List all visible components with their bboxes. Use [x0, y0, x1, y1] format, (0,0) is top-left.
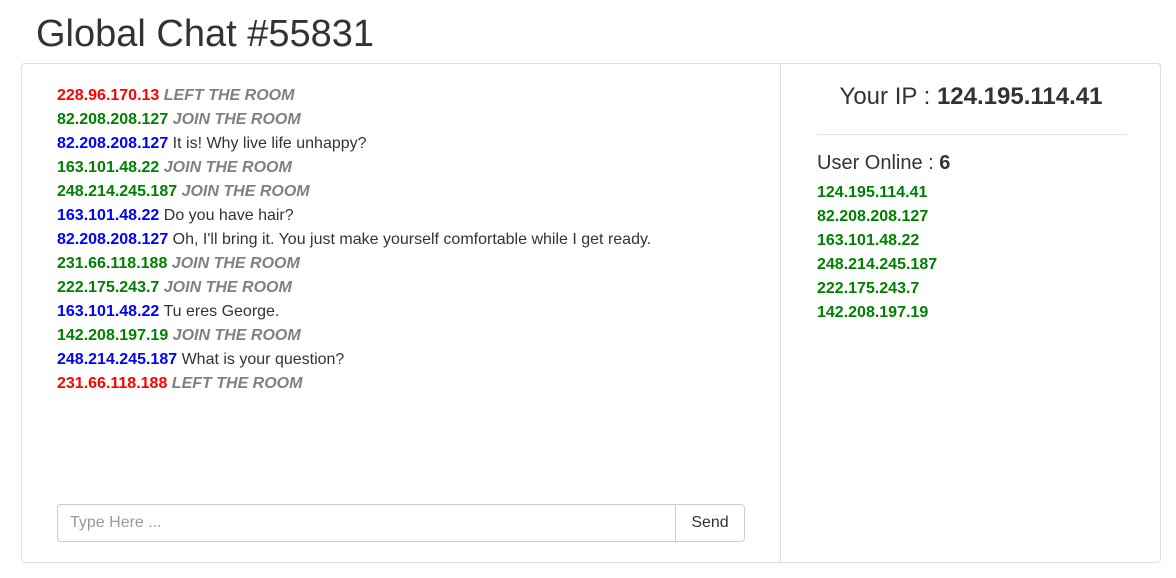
your-ip-display: Your IP : 124.195.114.41	[782, 82, 1160, 112]
chat-panel: 228.96.170.13 LEFT THE ROOM 82.208.208.12…	[21, 63, 1161, 563]
chat-message: 82.208.208.127 JOIN THE ROOM	[57, 108, 757, 132]
online-user-item: 163.101.48.22	[817, 232, 920, 249]
your-ip-label: Your IP :	[839, 83, 937, 110]
chat-message: 231.66.118.188 JOIN THE ROOM	[57, 252, 757, 276]
message-text: Do you have hair?	[163, 207, 294, 224]
send-button[interactable]: Send	[675, 504, 745, 542]
online-users-heading: User Online : 6	[817, 150, 950, 176]
message-sender-ip: 222.175.243.7	[57, 279, 160, 296]
divider	[817, 134, 1127, 135]
message-sender-ip: 163.101.48.22	[57, 303, 160, 320]
message-text: What is your question?	[181, 351, 345, 368]
message-input[interactable]	[57, 504, 675, 542]
message-text: Tu eres George.	[163, 303, 280, 320]
chat-column: 228.96.170.13 LEFT THE ROOM 82.208.208.12…	[22, 64, 781, 562]
online-user-item: 222.175.243.7	[817, 280, 920, 297]
online-user-item: 142.208.197.19	[817, 304, 929, 321]
online-user-list: 124.195.114.41 82.208.208.127 163.101.48.2…	[817, 181, 937, 325]
online-label: User Online :	[817, 152, 940, 174]
room-event-text: LEFT THE ROOM	[163, 87, 295, 104]
message-text: It is! Why live life unhappy?	[172, 135, 367, 152]
chat-message: 82.208.208.127 Oh, I'll bring it. You ju…	[57, 228, 757, 252]
online-user-item: 248.214.245.187	[817, 256, 938, 273]
message-input-group: Send	[57, 504, 745, 542]
room-event-text: LEFT THE ROOM	[171, 375, 303, 392]
chat-message: 163.101.48.22 JOIN THE ROOM	[57, 156, 757, 180]
message-sender-ip: 231.66.118.188	[57, 255, 168, 272]
chat-message: 248.214.245.187 JOIN THE ROOM	[57, 180, 757, 204]
message-sender-ip: 228.96.170.13	[57, 87, 160, 104]
message-list: 228.96.170.13 LEFT THE ROOM 82.208.208.12…	[57, 84, 757, 396]
chat-message: 163.101.48.22 Tu eres George.	[57, 300, 757, 324]
chat-message: 163.101.48.22 Do you have hair?	[57, 204, 757, 228]
message-sender-ip: 163.101.48.22	[57, 207, 160, 224]
chat-message: 222.175.243.7 JOIN THE ROOM	[57, 276, 757, 300]
room-event-text: JOIN THE ROOM	[163, 159, 292, 176]
chat-message: 231.66.118.188 LEFT THE ROOM	[57, 372, 757, 396]
message-sender-ip: 82.208.208.127	[57, 135, 169, 152]
room-event-text: JOIN THE ROOM	[181, 183, 310, 200]
message-sender-ip: 248.214.245.187	[57, 183, 178, 200]
room-event-text: JOIN THE ROOM	[163, 279, 292, 296]
chat-message: 82.208.208.127 It is! Why live life unha…	[57, 132, 757, 156]
room-event-text: JOIN THE ROOM	[172, 111, 301, 128]
online-count: 6	[939, 152, 951, 174]
message-sender-ip: 231.66.118.188	[57, 375, 168, 392]
message-sender-ip: 142.208.197.19	[57, 327, 169, 344]
online-user-item: 82.208.208.127	[817, 208, 929, 225]
chat-message: 142.208.197.19 JOIN THE ROOM	[57, 324, 757, 348]
message-sender-ip: 82.208.208.127	[57, 231, 169, 248]
message-sender-ip: 248.214.245.187	[57, 351, 178, 368]
online-user-item: 124.195.114.41	[817, 184, 928, 201]
message-sender-ip: 163.101.48.22	[57, 159, 160, 176]
room-event-text: JOIN THE ROOM	[171, 255, 300, 272]
page-title: Global Chat #55831	[36, 13, 375, 55]
chat-message: 228.96.170.13 LEFT THE ROOM	[57, 84, 757, 108]
message-text: Oh, I'll bring it. You just make yoursel…	[172, 231, 652, 248]
room-event-text: JOIN THE ROOM	[172, 327, 301, 344]
message-sender-ip: 82.208.208.127	[57, 111, 169, 128]
your-ip-value: 124.195.114.41	[936, 83, 1103, 110]
sidebar: Your IP : 124.195.114.41 User Online : 6…	[782, 64, 1160, 562]
chat-message: 248.214.245.187 What is your question?	[57, 348, 757, 372]
